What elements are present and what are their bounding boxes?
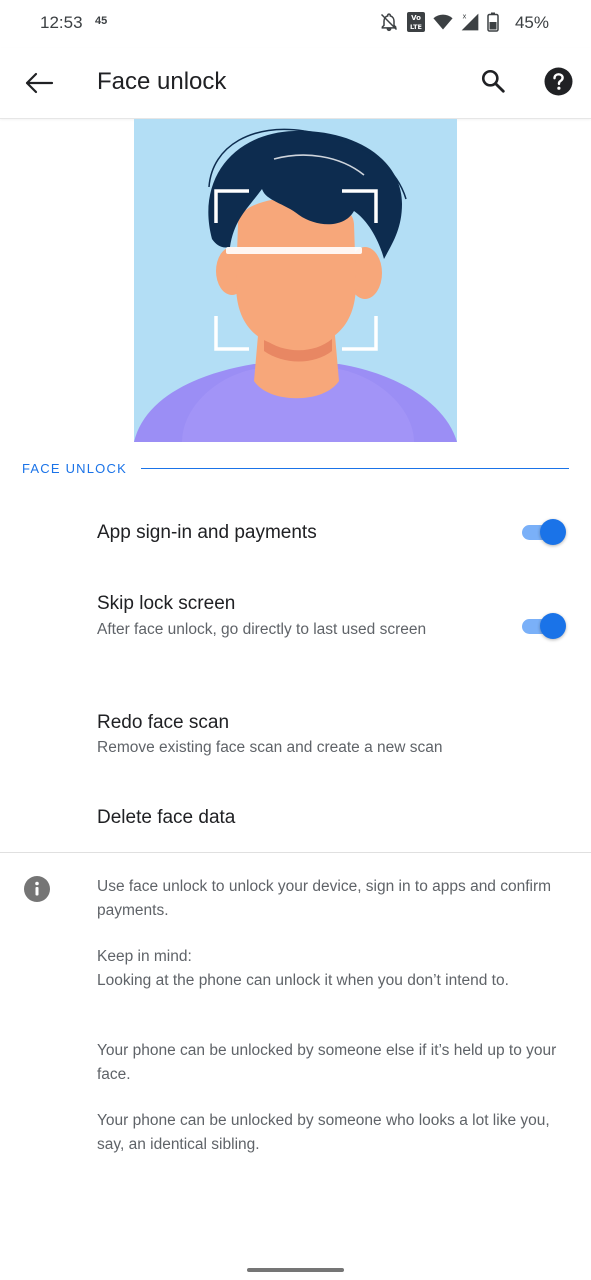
info-icon [24,876,50,902]
status-indicator: 45 [95,15,108,27]
app-bar: Face unlock [0,48,591,119]
divider [0,852,591,853]
toggle-thumb [540,613,566,639]
skip-lock-screen-toggle[interactable] [522,613,566,639]
search-icon [481,69,505,93]
delete-face-data-preference[interactable]: Delete face data [0,790,591,850]
face-illustration [134,119,457,442]
toggle-thumb [540,519,566,545]
battery-icon [487,12,499,32]
help-icon [544,67,572,95]
pref-summary: After face unlock, go directly to last u… [97,621,427,638]
page-title: Face unlock [97,68,227,95]
footer-keep-in-mind: Keep in mind: [97,948,192,965]
footer-paragraph: Use face unlock to unlock your device, s… [97,878,552,919]
redo-face-scan-preference[interactable]: Redo face scan Remove existing face scan… [0,695,591,770]
help-button[interactable] [543,66,573,96]
back-arrow-icon [25,72,54,94]
svg-text:Vo: Vo [411,14,421,22]
pref-title: Redo face scan [97,712,230,733]
pref-title: Skip lock screen [97,593,236,614]
back-button[interactable] [20,64,58,102]
app-sign-in-preference[interactable]: App sign-in and payments [0,500,591,566]
pref-summary: Remove existing face scan and create a n… [97,739,443,756]
search-button[interactable] [476,64,510,98]
app-sign-in-toggle[interactable] [522,519,566,545]
pref-title: App sign-in and payments [97,522,317,543]
section-header: FACE UNLOCK [22,461,127,476]
volte-icon: Vo LTE [407,12,425,32]
status-time: 12:53 [40,13,83,32]
svg-text:x: x [463,13,467,21]
skip-lock-screen-preference[interactable]: Skip lock screen After face unlock, go d… [0,580,591,675]
status-icons: Vo LTE x [379,11,499,33]
section-divider [141,468,569,469]
svg-text:LTE: LTE [410,23,422,31]
footer-paragraph: Your phone can be unlocked by someone wh… [97,1112,550,1153]
signal-icon: x [461,13,479,31]
battery-percent: 45% [514,13,549,32]
wifi-icon [433,14,453,30]
notifications-off-icon [380,13,398,32]
pref-title: Delete face data [97,807,236,828]
gesture-nav-handle[interactable] [247,1268,344,1272]
footer-paragraph: Your phone can be unlocked by someone el… [97,1042,557,1083]
footer-paragraph: Looking at the phone can unlock it when … [97,972,509,989]
status-bar: 12:53 45 Vo LTE x 45% [0,0,591,48]
